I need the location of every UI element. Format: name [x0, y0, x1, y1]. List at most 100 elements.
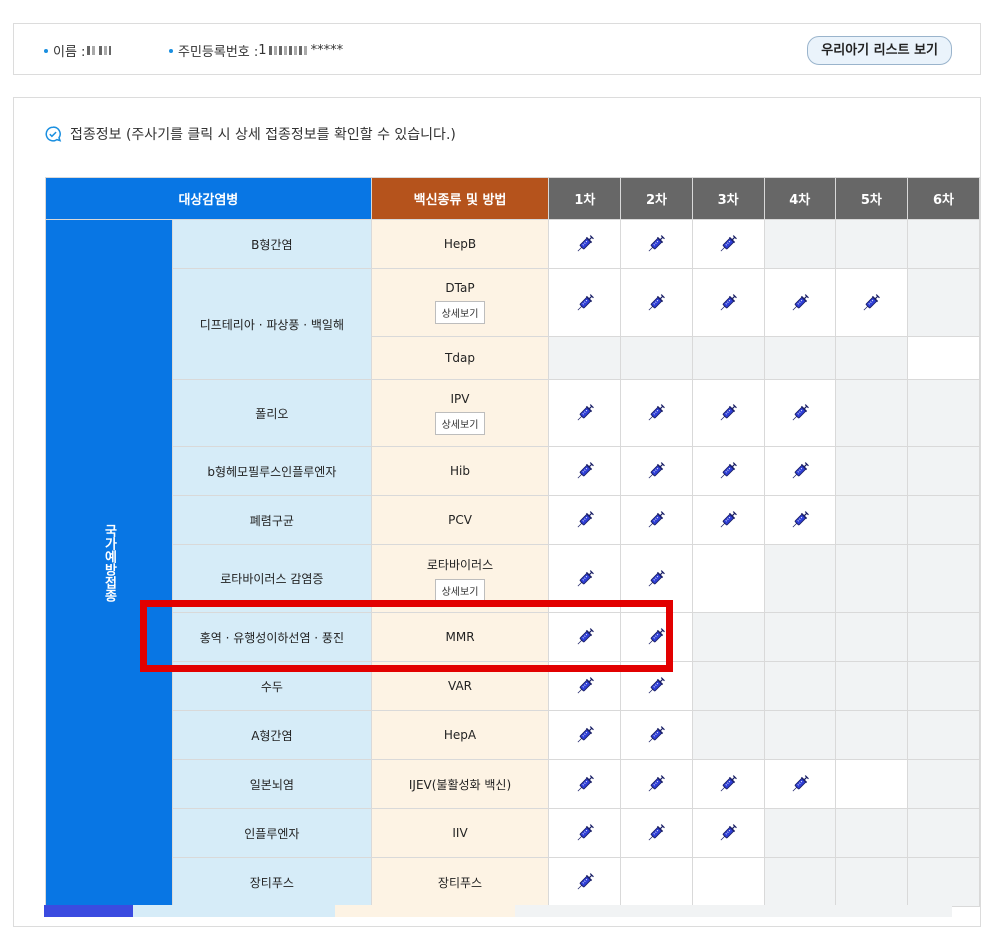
detail-view-button[interactable]: 상세보기 — [434, 578, 486, 602]
dose-cell-1[interactable] — [548, 268, 622, 337]
dose-cell-1[interactable] — [548, 495, 622, 545]
dose-cell-1[interactable] — [548, 544, 622, 613]
dose-cell-3 — [691, 544, 765, 613]
syringe-icon[interactable] — [789, 404, 811, 421]
dose-cell-2[interactable] — [620, 759, 693, 809]
vaccine-cell: PCV — [370, 495, 550, 545]
syringe-icon[interactable] — [574, 293, 596, 310]
syringe-icon[interactable] — [574, 404, 596, 421]
redacted-name — [87, 46, 96, 55]
syringe-icon[interactable] — [789, 462, 811, 479]
dose-cell-6 — [906, 710, 981, 760]
dose-cell-3[interactable] — [691, 495, 765, 545]
rrn-prefix: 1 — [258, 43, 267, 58]
syringe-icon[interactable] — [645, 726, 667, 743]
dose-cell-1[interactable] — [548, 857, 622, 907]
vaccine-name: MMR — [445, 630, 475, 644]
dose-cell-4[interactable] — [763, 446, 836, 496]
baby-list-button[interactable]: 우리아기 리스트 보기 — [807, 36, 952, 65]
vaccine-cell: IIV — [370, 808, 550, 858]
syringe-icon[interactable] — [574, 824, 596, 841]
group-label-text: 국가예방접종 — [101, 524, 117, 602]
dose-cell-3 — [691, 857, 765, 907]
dose-cell-3[interactable] — [691, 379, 765, 447]
dose-cell-2[interactable] — [620, 661, 693, 711]
dose-cell-4[interactable] — [763, 759, 836, 809]
vaccine-cell: 장티푸스 — [370, 857, 550, 907]
syringe-icon[interactable] — [717, 824, 739, 841]
syringe-icon[interactable] — [789, 511, 811, 528]
syringe-icon[interactable] — [645, 775, 667, 792]
disease-name: 인플루엔자 — [172, 808, 372, 858]
syringe-icon[interactable] — [574, 462, 596, 479]
dose-cell-1[interactable] — [548, 612, 622, 662]
vaccine-cell: Tdap — [370, 336, 550, 380]
syringe-icon[interactable] — [645, 569, 667, 586]
detail-view-button[interactable]: 상세보기 — [434, 411, 486, 435]
dose-cell-4[interactable] — [763, 495, 836, 545]
dose-cell-2[interactable] — [620, 379, 693, 447]
syringe-icon[interactable] — [645, 824, 667, 841]
syringe-icon[interactable] — [717, 775, 739, 792]
syringe-icon[interactable] — [574, 726, 596, 743]
dose-cell-4[interactable] — [763, 268, 836, 337]
dose-cell-2[interactable] — [620, 268, 693, 337]
syringe-icon[interactable] — [789, 293, 811, 310]
syringe-icon[interactable] — [574, 235, 596, 252]
syringe-icon[interactable] — [645, 628, 667, 645]
dose-cell-4 — [763, 612, 836, 662]
table-row: A형간염 HepA — [46, 710, 981, 760]
syringe-icon[interactable] — [717, 235, 739, 252]
dose-cell-2[interactable] — [620, 612, 693, 662]
syringe-icon[interactable] — [574, 569, 596, 586]
syringe-icon[interactable] — [645, 293, 667, 310]
dose-cell-4[interactable] — [763, 379, 836, 447]
dose-cell-6 — [906, 495, 981, 545]
syringe-icon[interactable] — [645, 235, 667, 252]
dose-cell-3[interactable] — [691, 219, 765, 269]
bullet-icon — [44, 48, 48, 53]
dose-cell-4 — [763, 219, 836, 269]
table-row: 폴리오 IPV 상세보기 — [46, 379, 981, 447]
dose-cell-2[interactable] — [620, 495, 693, 545]
syringe-icon[interactable] — [574, 677, 596, 694]
dose-cell-2[interactable] — [620, 219, 693, 269]
syringe-icon[interactable] — [789, 775, 811, 792]
syringe-icon[interactable] — [717, 511, 739, 528]
table-row: b형헤모필루스인플루엔자 Hib — [46, 446, 981, 496]
dose-cell-1[interactable] — [548, 446, 622, 496]
dose-cell-1[interactable] — [548, 808, 622, 858]
syringe-icon[interactable] — [717, 462, 739, 479]
dose-cell-3[interactable] — [691, 446, 765, 496]
vaccine-name: HepA — [443, 728, 477, 742]
syringe-icon[interactable] — [645, 511, 667, 528]
syringe-icon[interactable] — [717, 404, 739, 421]
detail-view-button[interactable]: 상세보기 — [434, 301, 486, 324]
syringe-icon[interactable] — [645, 404, 667, 421]
dose-cell-3[interactable] — [691, 759, 765, 809]
syringe-icon[interactable] — [574, 628, 596, 645]
syringe-icon[interactable] — [860, 293, 882, 310]
syringe-icon[interactable] — [574, 511, 596, 528]
dose-cell-6 — [906, 336, 981, 380]
syringe-icon[interactable] — [645, 462, 667, 479]
dose-cell-5[interactable] — [834, 268, 908, 337]
dose-cell-3[interactable] — [691, 268, 765, 337]
table-row: 디프테리아 · 파상풍 · 백일해 DTaP 상세보기 — [46, 268, 981, 380]
dose-cell-1[interactable] — [548, 379, 622, 447]
syringe-icon[interactable] — [645, 677, 667, 694]
dose-cell-2[interactable] — [620, 544, 693, 613]
dose-cell-2[interactable] — [620, 808, 693, 858]
dose-cell-1[interactable] — [548, 219, 622, 269]
syringe-icon[interactable] — [574, 775, 596, 792]
dose-cell-3[interactable] — [691, 808, 765, 858]
dose-cell-1[interactable] — [548, 710, 622, 760]
dose-cell-2[interactable] — [620, 710, 693, 760]
dose-cell-2[interactable] — [620, 446, 693, 496]
dose-cell-4 — [763, 661, 836, 711]
dose-cell-5 — [834, 446, 908, 496]
syringe-icon[interactable] — [717, 293, 739, 310]
dose-cell-1[interactable] — [548, 661, 622, 711]
syringe-icon[interactable] — [574, 873, 596, 890]
dose-cell-1[interactable] — [548, 759, 622, 809]
